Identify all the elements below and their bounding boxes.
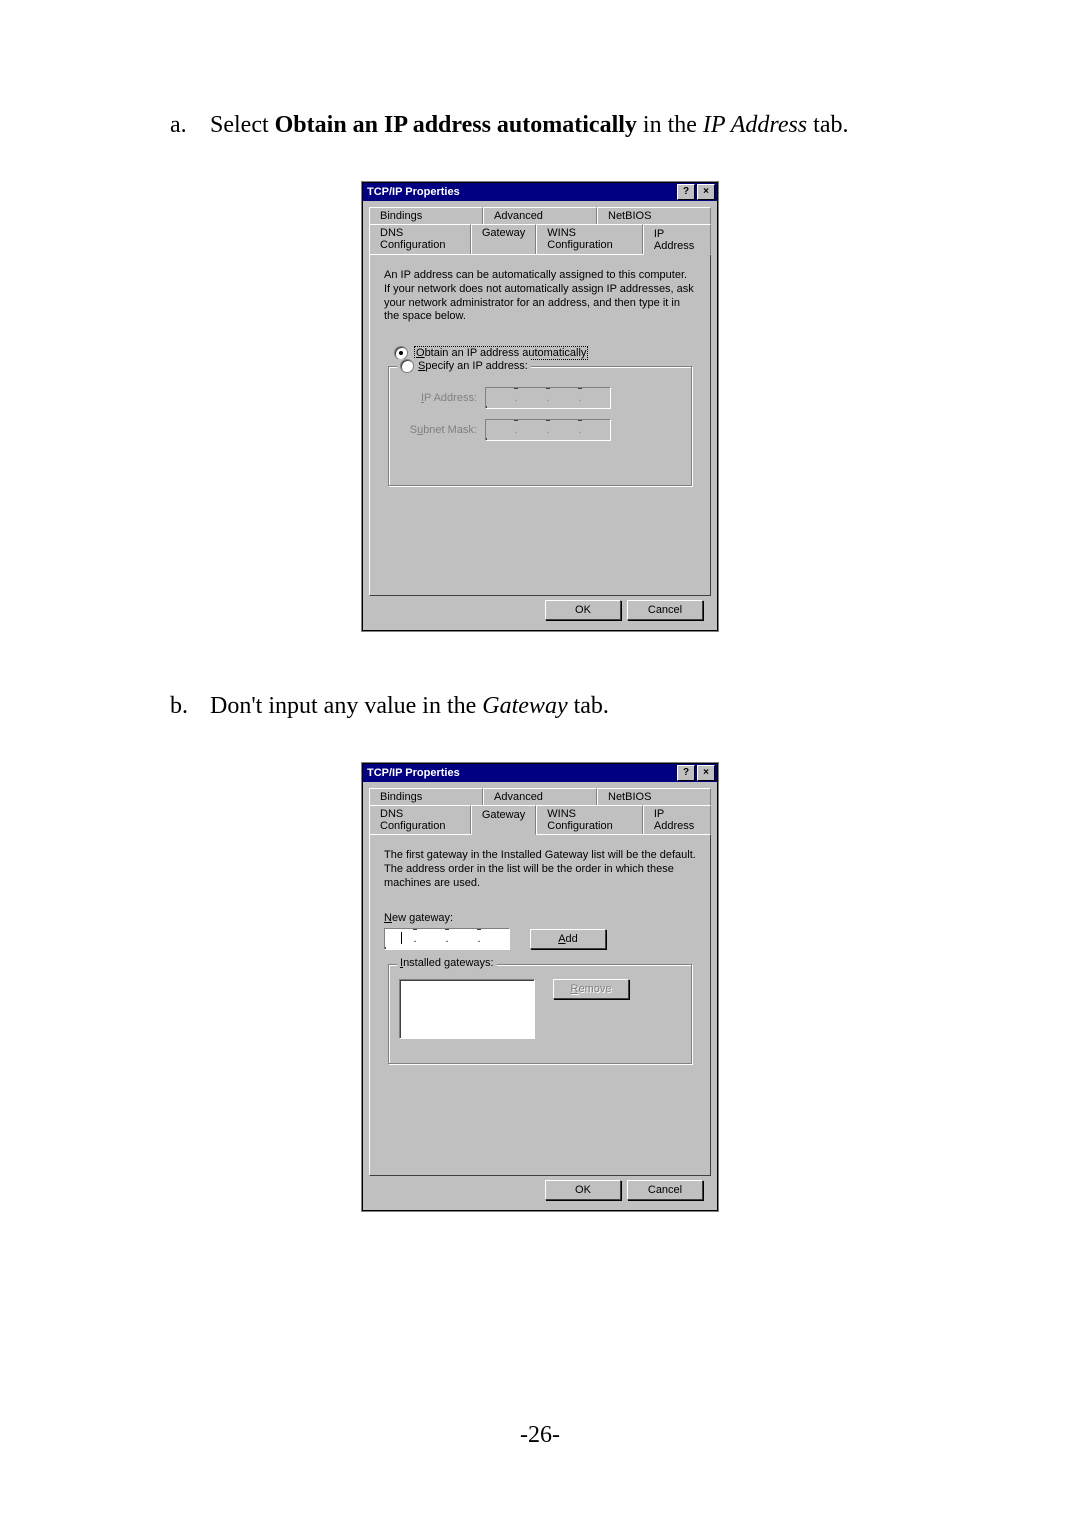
tab-bindings[interactable]: Bindings [369,207,483,224]
tabpanel-ip-address: An IP address can be automatically assig… [369,254,711,596]
close-button[interactable]: × [697,184,715,200]
text-cursor-icon [401,932,402,944]
tab-wins-configuration[interactable]: WINS Configuration [536,805,643,834]
installed-gateways-label: Installed gateways: [397,957,497,969]
tab-dns-configuration[interactable]: DNS Configuration [369,224,471,254]
remove-button: Remove [553,979,629,999]
gateway-description: The first gateway in the Installed Gatew… [384,849,696,890]
help-button[interactable]: ? [677,765,695,781]
tab-bindings[interactable]: Bindings [369,788,483,805]
close-icon: × [703,187,709,197]
tab-ip-address[interactable]: IP Address [643,224,711,255]
page-number: -26- [0,1422,1080,1449]
subnet-mask-input: . . . [485,419,611,441]
instruction-b-letter: b. [170,691,210,721]
radio-specify-ip[interactable]: Specify an IP address: [397,359,531,373]
close-button[interactable]: × [697,765,715,781]
tcpip-properties-dialog-ipaddress: TCP/IP Properties ? × Bindings Advanced … [362,182,718,631]
help-button[interactable]: ? [677,184,695,200]
instruction-b-text: Don't input any value in the Gateway tab… [210,691,960,721]
cancel-button[interactable]: Cancel [627,1180,703,1200]
titlebar: TCP/IP Properties ? × [363,764,717,782]
tab-gateway[interactable]: Gateway [471,224,536,254]
close-icon: × [703,768,709,778]
tcpip-properties-dialog-gateway: TCP/IP Properties ? × Bindings Advanced … [362,763,718,1211]
ok-button[interactable]: OK [545,600,621,620]
ok-button[interactable]: OK [545,1180,621,1200]
ip-address-description: An IP address can be automatically assig… [384,269,696,324]
tab-advanced[interactable]: Advanced [483,788,597,805]
installed-gateways-group: Installed gateways: Remove [388,964,692,1064]
dialog-title: TCP/IP Properties [367,767,675,779]
instruction-a-letter: a. [170,110,210,140]
tab-ip-address[interactable]: IP Address [643,805,711,834]
instruction-a: a. Select Obtain an IP address automatic… [170,110,960,140]
ip-address-input: . . . [485,387,611,409]
radio-obtain-auto-label: Obtain an IP address automatically [414,346,588,360]
help-icon: ? [683,187,689,197]
subnet-mask-label: Subnet Mask: [399,424,477,436]
new-gateway-label: New gateway: [384,912,696,924]
add-button[interactable]: Add [530,929,606,949]
radio-specify-ip-label: Specify an IP address: [418,360,528,372]
dialog-title: TCP/IP Properties [367,186,675,198]
help-icon: ? [683,768,689,778]
tab-advanced[interactable]: Advanced [483,207,597,224]
new-gateway-input[interactable]: . . . [384,928,510,950]
radio-icon [400,359,414,373]
instruction-b: b. Don't input any value in the Gateway … [170,691,960,721]
titlebar: TCP/IP Properties ? × [363,183,717,201]
instruction-a-text: Select Obtain an IP address automaticall… [210,110,960,140]
tab-dns-configuration[interactable]: DNS Configuration [369,805,471,834]
radio-icon [394,346,408,360]
tab-netbios[interactable]: NetBIOS [597,788,711,805]
tab-wins-configuration[interactable]: WINS Configuration [536,224,643,254]
tabpanel-gateway: The first gateway in the Installed Gatew… [369,834,711,1176]
ip-address-label: IP Address: [399,392,477,404]
radio-obtain-auto[interactable]: Obtain an IP address automatically [394,346,696,360]
specify-ip-group: Specify an IP address: IP Address: . . . [388,366,692,486]
tab-gateway[interactable]: Gateway [471,805,536,835]
installed-gateways-list[interactable] [399,979,535,1039]
tab-netbios[interactable]: NetBIOS [597,207,711,224]
cancel-button[interactable]: Cancel [627,600,703,620]
